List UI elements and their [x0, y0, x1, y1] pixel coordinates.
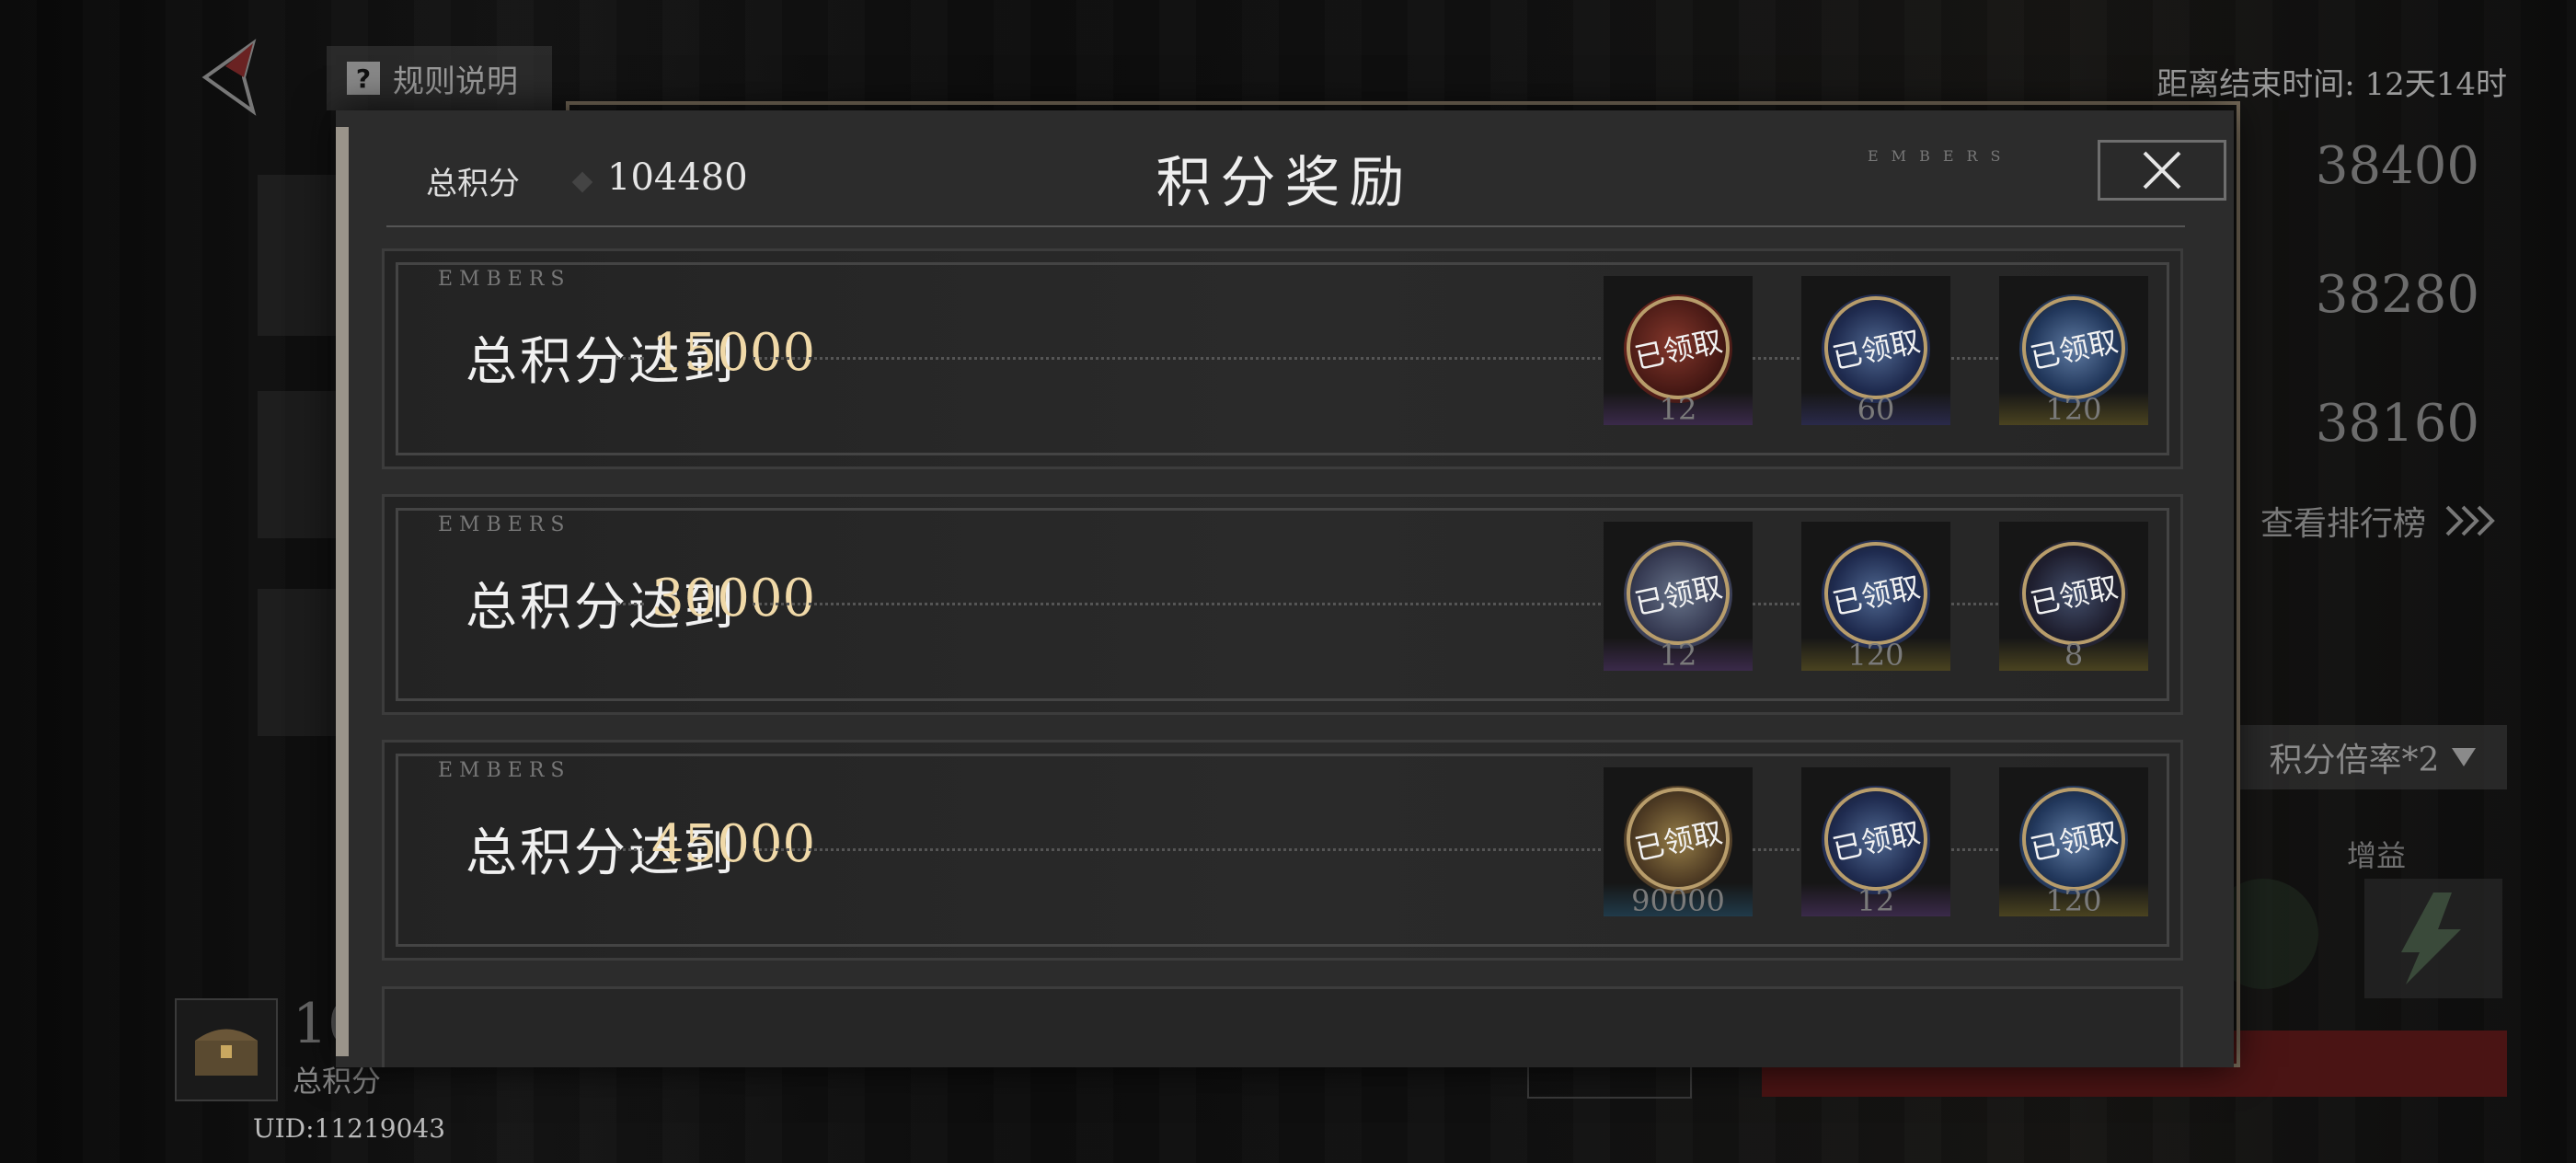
- question-icon: ?: [347, 62, 380, 95]
- claimed-stamp: 已领取: [1814, 777, 1938, 901]
- rules-label: 规则说明: [393, 63, 518, 100]
- reward-quantity: 12: [1857, 883, 1895, 916]
- double-chevron-right-icon: [2445, 505, 2495, 536]
- reward-modal: 总积分 104480 积分奖励 EMBERS EMBERS 总积分达到 15000 已…: [336, 110, 2234, 1067]
- claimed-label: 已领取: [2027, 569, 2122, 622]
- bg-card-3[interactable]: [258, 589, 340, 736]
- reward-row: EMBERS 总积分达到 45000 已领取 90000 已领取 12 已领取 120: [382, 740, 2183, 961]
- claimed-label: 已领取: [2027, 323, 2122, 376]
- reward-item[interactable]: 已领取 12: [1604, 276, 1753, 425]
- bg-card-2[interactable]: [258, 391, 340, 538]
- reward-quantity: 8: [2064, 638, 2084, 671]
- reward-quantity: 12: [1659, 392, 1697, 425]
- time-remaining: 距离结束时间: 12天14时: [2156, 66, 2507, 103]
- reward-item[interactable]: 已领取 120: [1999, 276, 2148, 425]
- dotted-divider: [616, 848, 644, 851]
- reward-item[interactable]: 已领取 12: [1801, 767, 1950, 916]
- reward-quantity: 120: [2045, 883, 2102, 916]
- reward-item[interactable]: 已领取 120: [1999, 767, 2148, 916]
- reward-row-partial: [382, 986, 2183, 1067]
- claimed-stamp: 已领取: [1616, 532, 1740, 655]
- reward-quantity: 120: [1847, 638, 1904, 671]
- embers-watermark: EMBERS: [438, 759, 571, 782]
- boost-label: 增益: [2346, 838, 2406, 873]
- embers-watermark: EMBERS: [1868, 147, 2014, 165]
- reward-quantity: 60: [1857, 392, 1895, 425]
- embers-watermark: EMBERS: [438, 513, 571, 536]
- claimed-stamp: 已领取: [2012, 777, 2135, 901]
- claimed-stamp: 已领取: [1616, 777, 1740, 901]
- leaderboard-score-2: 38280: [2315, 265, 2479, 325]
- modal-left-bar: [336, 127, 349, 1056]
- dotted-divider: [616, 357, 644, 360]
- reward-item[interactable]: 已领取 120: [1801, 522, 1950, 671]
- claimed-stamp: 已领取: [1814, 286, 1938, 409]
- claimed-stamp: 已领取: [2012, 532, 2135, 655]
- triangle-down-icon: [2452, 748, 2477, 766]
- claimed-label: 已领取: [1631, 323, 1726, 376]
- claimed-stamp: 已领取: [1616, 286, 1740, 409]
- score-rate-label: 积分倍率*2: [2269, 742, 2440, 779]
- reward-item[interactable]: 已领取 12: [1604, 522, 1753, 671]
- claimed-label: 已领取: [1829, 323, 1924, 376]
- embers-watermark: EMBERS: [438, 268, 571, 291]
- rules-button[interactable]: ? 规则说明: [327, 46, 552, 110]
- claimed-stamp: 已领取: [1814, 532, 1938, 655]
- claimed-label: 已领取: [1631, 814, 1726, 868]
- milestone-value: 45000: [651, 814, 816, 874]
- reward-quantity: 120: [2045, 392, 2102, 425]
- back-arrow-icon[interactable]: [198, 39, 262, 116]
- bg-card-1[interactable]: [258, 175, 340, 336]
- view-leaderboard-button[interactable]: 查看排行榜: [2260, 497, 2498, 545]
- claimed-label: 已领取: [1631, 569, 1726, 622]
- dotted-divider: [616, 603, 644, 605]
- chest-icon: [175, 998, 278, 1101]
- reward-row: EMBERS 总积分达到 15000 已领取 12 已领取 60 已领取 120: [382, 248, 2183, 469]
- leaderboard-score-1: 38400: [2315, 136, 2479, 196]
- claimed-label: 已领取: [2027, 814, 2122, 868]
- reward-quantity: 12: [1659, 638, 1697, 671]
- close-button[interactable]: [2098, 140, 2226, 201]
- reward-item[interactable]: 已领取 8: [1999, 522, 2148, 671]
- reward-item[interactable]: 已领取 60: [1801, 276, 1950, 425]
- leaderboard-score-3: 38160: [2315, 394, 2479, 454]
- reward-item[interactable]: 已领取 90000: [1604, 767, 1753, 916]
- view-leaderboard-label: 查看排行榜: [2260, 505, 2426, 543]
- milestone-value: 30000: [651, 569, 816, 628]
- milestone-value: 15000: [651, 323, 816, 383]
- header-divider: [386, 225, 2185, 227]
- boost-icon[interactable]: [2364, 879, 2502, 998]
- claimed-stamp: 已领取: [2012, 286, 2135, 409]
- score-rate-dropdown[interactable]: 积分倍率*2: [2240, 725, 2507, 789]
- claimed-label: 已领取: [1829, 814, 1924, 868]
- claimed-label: 已领取: [1829, 569, 1924, 622]
- reward-row: EMBERS 总积分达到 30000 已领取 12 已领取 120 已领取 8: [382, 494, 2183, 715]
- uid-label: UID:11219043: [253, 1113, 446, 1144]
- close-icon: [2143, 151, 2181, 190]
- reward-quantity: 90000: [1631, 883, 1725, 916]
